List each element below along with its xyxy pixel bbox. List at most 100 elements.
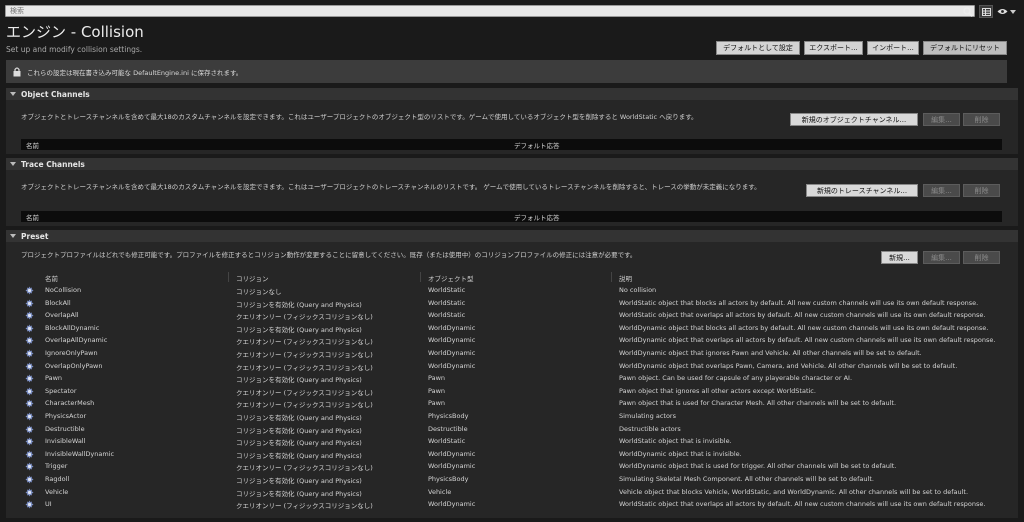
edit-object-channel-button[interactable]: 編集...	[923, 113, 960, 126]
page-subtitle: Set up and modify collision settings.	[6, 45, 143, 54]
export-button[interactable]: エクスポート...	[804, 41, 863, 55]
collapse-arrow-icon	[10, 162, 16, 166]
row-object-type: WorldStatic	[428, 286, 466, 294]
preset-table-body: NoCollision コリジョンなし WorldStatic No collisio…	[21, 284, 1006, 511]
row-description: WorldStatic object that is invisible.	[619, 437, 732, 446]
row-name: Ragdoll	[45, 474, 70, 483]
row-collision: クエリオンリー (フィジックスコリジョンなし)	[236, 338, 373, 347]
column-description[interactable]: 説明	[619, 273, 632, 283]
column-name[interactable]: 名前	[45, 273, 58, 283]
row-description: WorldDynamic object that overlaps all ac…	[619, 336, 996, 345]
row-name: InvisibleWallDynamic	[45, 449, 115, 458]
collision-profile-icon	[25, 311, 34, 320]
row-description: WorldStatic object that overlaps all act…	[619, 500, 986, 509]
collision-profile-icon	[25, 475, 34, 484]
delete-object-channel-button[interactable]: 削除	[963, 113, 1000, 126]
preset-table-header: 名前 コリジョン オブジェクト型 説明	[21, 272, 1002, 283]
row-object-type: WorldDynamic	[428, 323, 476, 332]
page-title: エンジン - Collision	[6, 23, 144, 41]
row-collision: クエリオンリー (フィジックスコリジョンなし)	[236, 388, 373, 397]
table-row[interactable]: OverlapAll クエリオンリー (フィジックスコリジョンなし) WorldSt…	[21, 309, 1006, 322]
reset-to-default-button[interactable]: デフォルトにリセット	[923, 41, 1007, 55]
row-name: OverlapOnlyPawn	[45, 361, 103, 370]
new-trace-channel-button[interactable]: 新規のトレースチャンネル...	[806, 184, 918, 197]
row-description: WorldStatic object that overlaps all act…	[619, 311, 986, 320]
table-row[interactable]: BlockAll コリジョンを有効化 (Query and Physics) Wor…	[21, 297, 1006, 310]
row-collision: コリジョンを有効化 (Query and Physics)	[236, 439, 362, 448]
row-collision: コリジョンを有効化 (Query and Physics)	[236, 376, 362, 385]
row-description: Pawn object that is used for Character M…	[619, 399, 897, 408]
collision-profile-icon	[25, 437, 34, 446]
row-object-type: Vehicle	[428, 487, 452, 496]
row-collision: コリジョンなし	[236, 288, 282, 296]
row-description: WorldDynamic object that blocks all acto…	[619, 323, 989, 332]
table-row[interactable]: InvisibleWall コリジョンを有効化 (Query and Physic…	[21, 435, 1006, 448]
row-name: IgnoreOnlyPawn	[45, 348, 98, 357]
search-input[interactable]	[6, 6, 974, 16]
row-collision: クエリオンリー (フィジックスコリジョンなし)	[236, 313, 373, 322]
table-row[interactable]: Trigger クエリオンリー (フィジックスコリジョンなし) WorldDynam…	[21, 460, 1006, 473]
import-button[interactable]: インポート...	[867, 41, 919, 55]
delete-trace-channel-button[interactable]: 削除	[963, 184, 1000, 197]
row-name: InvisibleWall	[45, 437, 86, 446]
trace-channels-header[interactable]: Trace Channels	[6, 158, 1018, 170]
search-bar	[5, 5, 975, 17]
collision-profile-icon	[25, 399, 34, 408]
row-collision: クエリオンリー (フィジックスコリジョンなし)	[236, 502, 373, 511]
table-row[interactable]: UI クエリオンリー (フィジックスコリジョンなし) WorldDynamic Wor…	[21, 498, 1006, 511]
collision-profile-icon	[25, 336, 34, 345]
column-default-response: デフォルト応答	[514, 214, 560, 222]
config-notice: これらの設定は現在書き込み可能な DefaultEngine.ini に保存され…	[6, 60, 1007, 83]
row-description: Destructible actors	[619, 424, 681, 433]
collapse-arrow-icon	[10, 234, 16, 238]
row-name: CharacterMesh	[45, 399, 95, 408]
table-row[interactable]: BlockAllDynamic コリジョンを有効化 (Query and Phys…	[21, 322, 1006, 335]
new-preset-button[interactable]: 新規...	[881, 251, 918, 264]
table-row[interactable]: Spectator クエリオンリー (フィジックスコリジョンなし) Pawn Pawn…	[21, 385, 1006, 398]
edit-preset-button[interactable]: 編集...	[923, 251, 960, 264]
preset-header[interactable]: Preset	[6, 230, 1018, 242]
edit-trace-channel-button[interactable]: 編集...	[923, 184, 960, 197]
table-row[interactable]: Ragdoll コリジョンを有効化 (Query and Physics) Phys…	[21, 473, 1006, 486]
set-as-default-button[interactable]: デフォルトとして設定	[716, 41, 800, 55]
row-object-type: WorldStatic	[428, 437, 466, 446]
collision-profile-icon	[25, 387, 34, 396]
row-collision: コリジョンを有効化 (Query and Physics)	[236, 426, 362, 435]
table-row[interactable]: Destructible コリジョンを有効化 (Query and Physics…	[21, 423, 1006, 436]
row-object-type: WorldDynamic	[428, 361, 476, 370]
row-object-type: WorldDynamic	[428, 462, 476, 471]
object-channels-header[interactable]: Object Channels	[6, 88, 1018, 100]
table-row[interactable]: Vehicle コリジョンを有効化 (Query and Physics) Vehi…	[21, 486, 1006, 499]
table-row[interactable]: IgnoreOnlyPawn クエリオンリー (フィジックスコリジョンなし) Wor…	[21, 347, 1006, 360]
table-row[interactable]: InvisibleWallDynamic コリジョンを有効化 (Query and…	[21, 448, 1006, 461]
column-collision[interactable]: コリジョン	[236, 273, 269, 283]
table-row[interactable]: OverlapAllDynamic クエリオンリー (フィジックスコリジョンなし)…	[21, 334, 1006, 347]
chevron-down-icon	[1009, 9, 1016, 14]
row-object-type: WorldDynamic	[428, 336, 476, 345]
collision-profile-icon	[25, 488, 34, 497]
column-object-type[interactable]: オブジェクト型	[428, 273, 474, 283]
table-row[interactable]: OverlapOnlyPawn クエリオンリー (フィジックスコリジョンなし) Wo…	[21, 360, 1006, 373]
trace-channels-title: Trace Channels	[21, 159, 85, 169]
new-object-channel-button[interactable]: 新規のオブジェクトチャンネル...	[790, 113, 918, 126]
table-row[interactable]: Pawn コリジョンを有効化 (Query and Physics) Pawn Paw…	[21, 372, 1006, 385]
row-collision: クエリオンリー (フィジックスコリジョンなし)	[236, 363, 373, 372]
delete-preset-button[interactable]: 削除	[963, 251, 1000, 264]
table-row[interactable]: NoCollision コリジョンなし WorldStatic No collisio…	[21, 284, 1006, 297]
lock-icon	[12, 66, 21, 77]
trace-channels-description: オブジェクトとトレースチャンネルを含めて最大18のカスタムチャンネルを設定できま…	[21, 183, 761, 191]
table-view-button[interactable]	[979, 5, 993, 18]
table-row[interactable]: PhysicsActor コリジョンを有効化 (Query and Physics…	[21, 410, 1006, 423]
row-object-type: WorldDynamic	[428, 449, 476, 458]
collision-profile-icon	[25, 299, 34, 308]
object-channels-description: オブジェクトとトレースチャンネルを含めて最大18のカスタムチャンネルを設定できま…	[21, 113, 698, 121]
row-description: Simulating Skeletal Mesh Component. All …	[619, 474, 874, 483]
eye-icon	[997, 9, 1007, 14]
visibility-options-button[interactable]	[995, 5, 1017, 18]
search-button[interactable]	[962, 6, 974, 17]
table-row[interactable]: CharacterMesh クエリオンリー (フィジックスコリジョンなし) Pawn…	[21, 397, 1006, 410]
row-description: WorldDynamic object that is invisible.	[619, 449, 742, 458]
row-collision: コリジョンを有効化 (Query and Physics)	[236, 413, 362, 422]
collapse-arrow-icon	[10, 92, 16, 96]
row-collision: クエリオンリー (フィジックスコリジョンなし)	[236, 464, 373, 473]
